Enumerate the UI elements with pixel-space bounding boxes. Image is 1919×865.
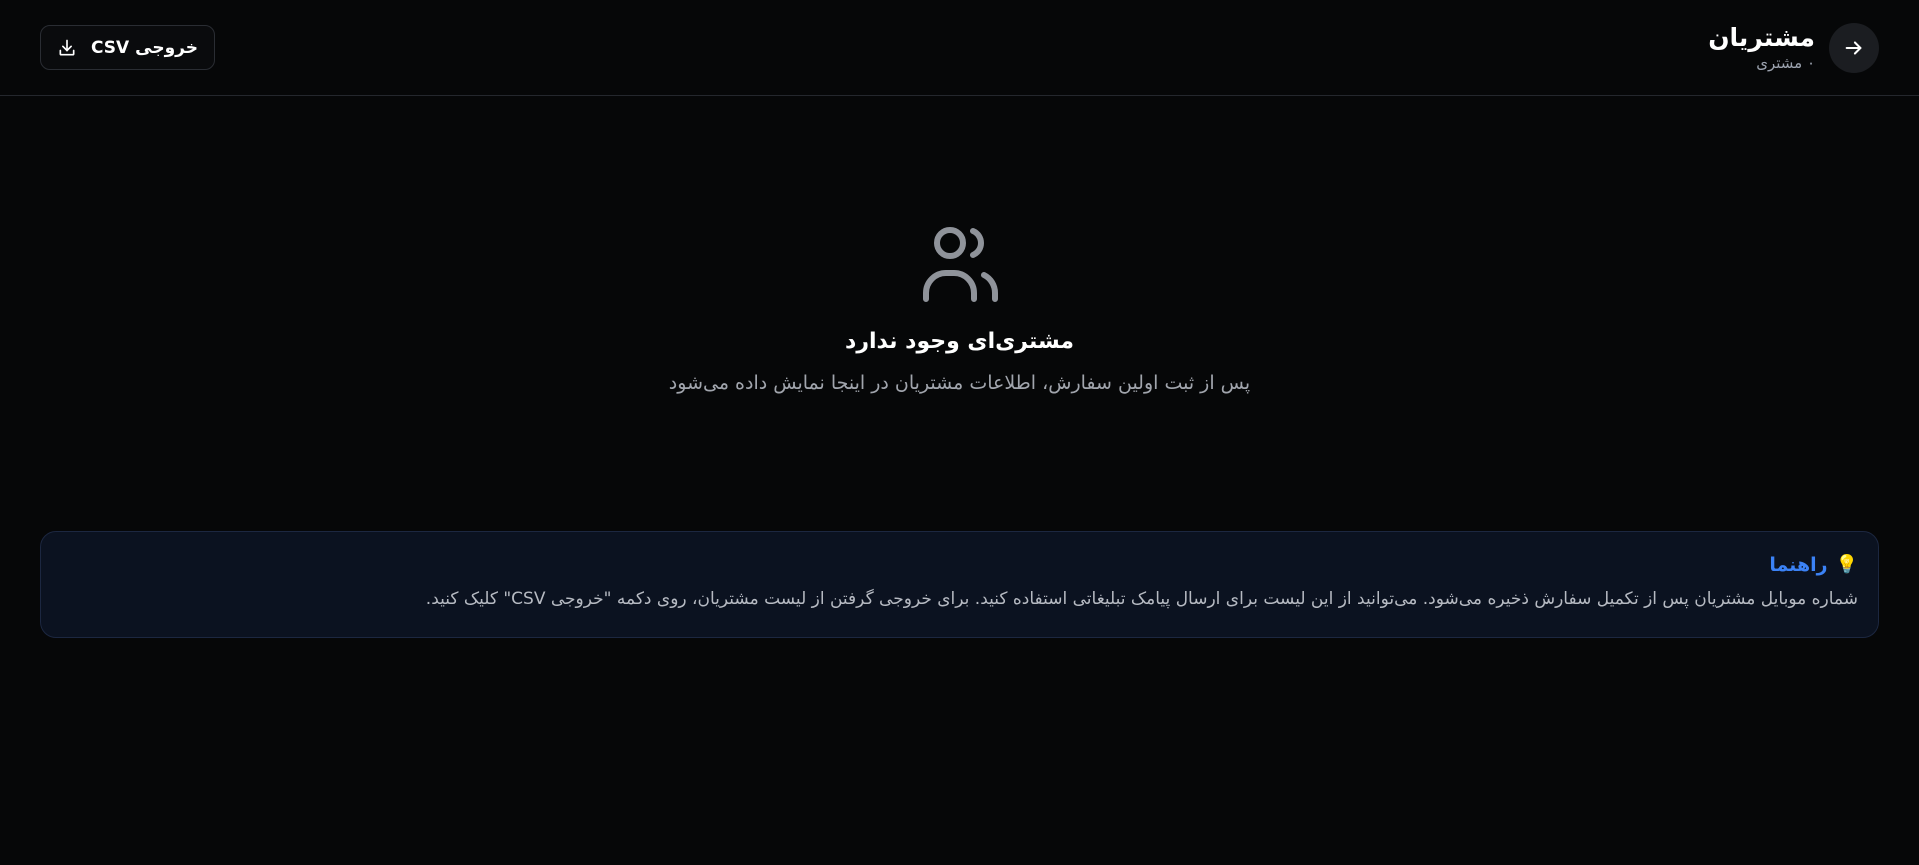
title-block: مشتریان ۰ مشتری xyxy=(1708,23,1815,73)
download-icon xyxy=(59,39,75,56)
customers-page: مشتریان ۰ مشتری خروجی CSV مشتری‌ای وجود … xyxy=(0,0,1919,865)
page-title: مشتریان xyxy=(1708,22,1815,52)
arrow-right-icon xyxy=(1845,40,1862,55)
empty-state: مشتری‌ای وجود ندارد پس از ثبت اولین سفار… xyxy=(0,225,1919,397)
lightbulb-icon: 💡 xyxy=(1835,554,1858,575)
empty-state-title: مشتری‌ای وجود ندارد xyxy=(845,329,1074,354)
tip-box: 💡 راهنما شماره موبایل مشتریان پس از تکمی… xyxy=(40,531,1879,638)
header-title-group: مشتریان ۰ مشتری xyxy=(1708,22,1879,73)
tip-header: 💡 راهنما xyxy=(61,552,1858,578)
empty-state-description: پس از ثبت اولین سفارش، اطلاعات مشتریان د… xyxy=(668,372,1251,394)
back-button[interactable] xyxy=(1829,22,1879,73)
export-csv-button[interactable]: خروجی CSV xyxy=(40,25,215,70)
users-icon xyxy=(922,227,998,302)
customer-count: ۰ مشتری xyxy=(1756,53,1815,72)
tip-text: شماره موبایل مشتریان پس از تکمیل سفارش ذ… xyxy=(425,589,1858,609)
tip-title: راهنما xyxy=(1769,554,1828,576)
export-csv-label: خروجی CSV xyxy=(91,37,198,58)
page-header: مشتریان ۰ مشتری خروجی CSV xyxy=(0,0,1919,96)
